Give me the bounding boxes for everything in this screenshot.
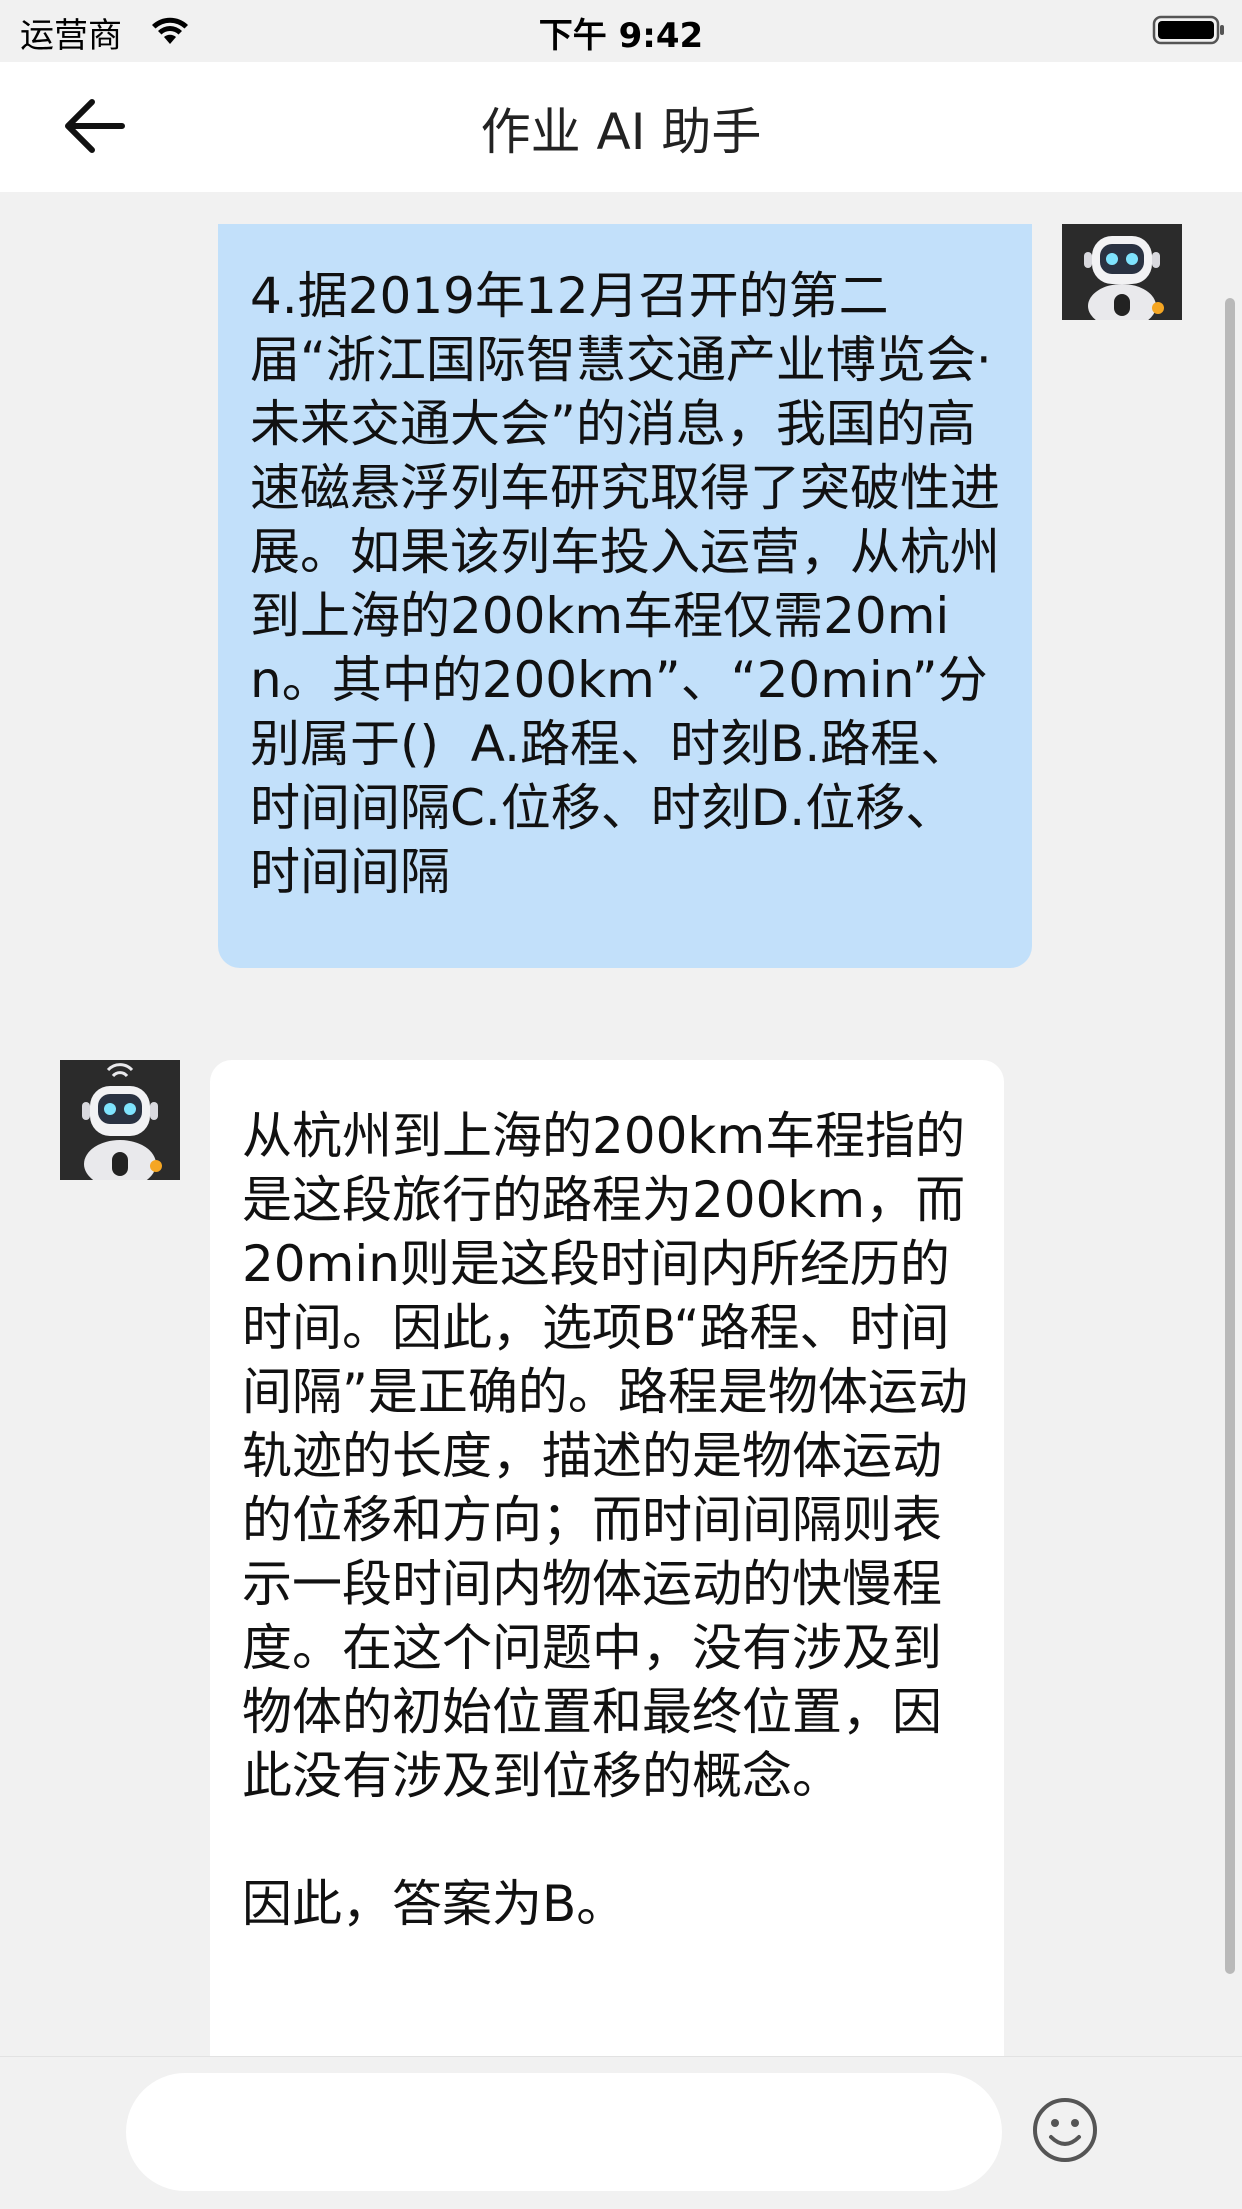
chat-message-list[interactable]: 4.据2019年12月召开的第二届“浙江国际智慧交通产业博览会·未来交通大会”的…: [0, 192, 1242, 2056]
robot-avatar-icon: [1062, 224, 1182, 320]
battery-icon: [1152, 15, 1224, 45]
robot-avatar-icon: [60, 1060, 180, 1180]
user-avatar[interactable]: [1062, 224, 1182, 320]
scrollbar[interactable]: [1225, 298, 1235, 1974]
page-title: 作业 AI 助手: [480, 103, 762, 161]
message-input[interactable]: [126, 2073, 1002, 2191]
input-bar: [0, 2056, 1242, 2209]
status-bar: 运营商 下午 9:42: [0, 0, 1242, 62]
emoji-button[interactable]: [1030, 2095, 1100, 2165]
assistant-avatar[interactable]: [60, 1060, 180, 1180]
assistant-message-bubble[interactable]: 从杭州到上海的200km车程指的是这段旅行的路程为200km，而20min则是这…: [210, 1060, 1004, 2056]
status-time: 下午 9:42: [538, 16, 704, 56]
navigation-bar: 作业 AI 助手: [0, 62, 1242, 192]
user-message-bubble[interactable]: 4.据2019年12月召开的第二届“浙江国际智慧交通产业博览会·未来交通大会”的…: [218, 224, 1032, 968]
smiley-icon: [1033, 2098, 1097, 2162]
